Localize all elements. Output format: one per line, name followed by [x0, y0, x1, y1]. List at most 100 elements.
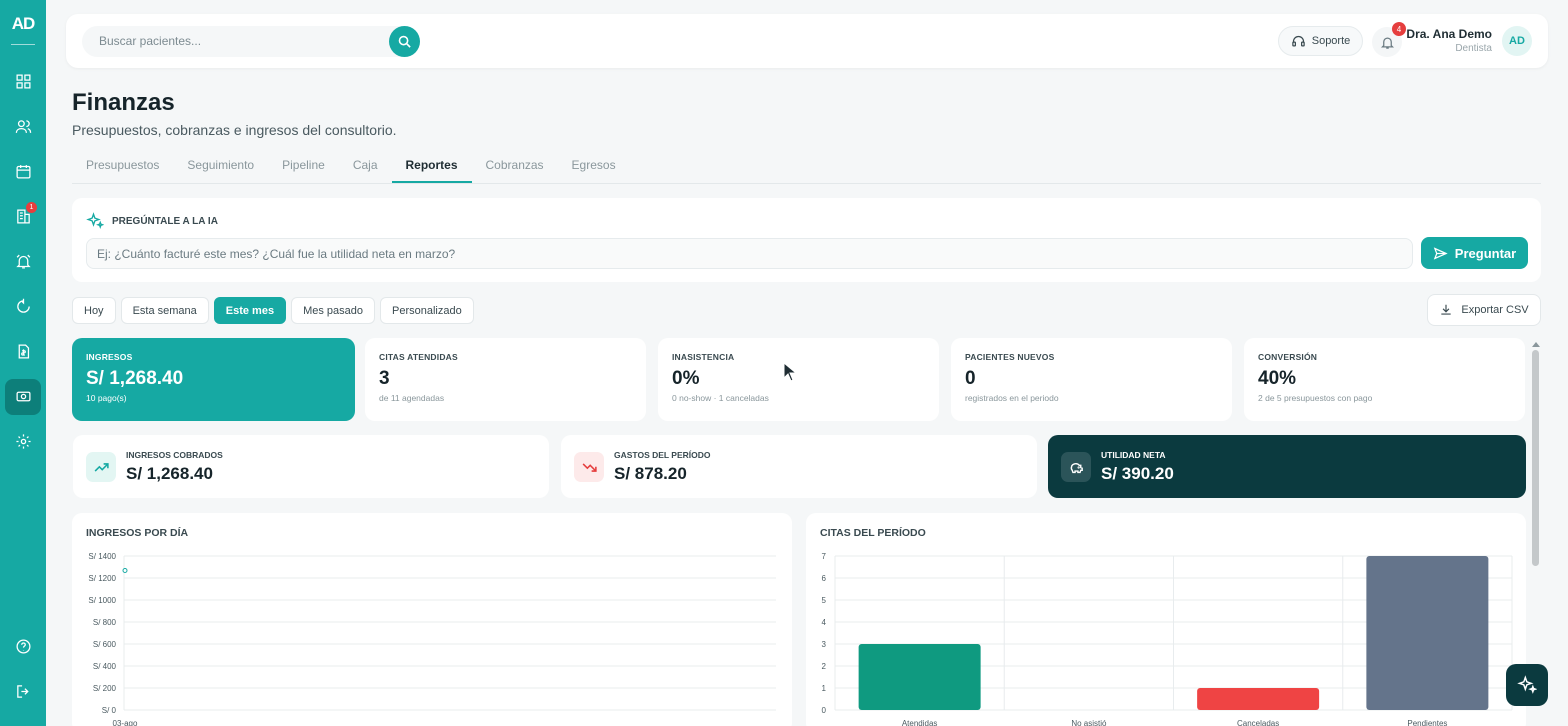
filter-hoy[interactable]: Hoy [72, 297, 116, 324]
trend-down-icon [582, 462, 597, 472]
app-logo[interactable]: AD [12, 14, 36, 40]
mouse-cursor-icon [783, 362, 797, 382]
sidebar-item-help[interactable] [5, 629, 41, 665]
ai-question-input[interactable] [97, 247, 1397, 261]
stat-sub: 10 pago(s) [86, 393, 127, 403]
sidebar-item-logout[interactable] [5, 674, 41, 710]
line-chart: S/ 0 S/ 200 S/ 400 S/ 600 S/ 800 S/ 1000 S/ 12… [88, 552, 776, 726]
x-tick-label: 03-ago [113, 719, 138, 726]
topbar: Soporte 4 Dra. Ana Demo Dentista AD [66, 14, 1548, 68]
stat-value: 40% [1258, 368, 1297, 389]
filter-esta-semana[interactable]: Esta semana [120, 297, 209, 324]
user-role: Dentista [1455, 43, 1492, 54]
clinic-badge: 1 [26, 201, 37, 213]
stat-sub: 2 de 5 presupuestos con pago [1258, 393, 1373, 403]
export-csv-label: Exportar CSV [1461, 304, 1529, 316]
search-icon [398, 35, 411, 48]
search-input[interactable] [99, 34, 379, 48]
sidebar-bottom [5, 624, 41, 714]
stat-label: CITAS ATENDIDAS [379, 352, 458, 362]
x-tick-label: Pendientes [1407, 719, 1447, 726]
user-name[interactable]: Dra. Ana Demo [1406, 27, 1492, 41]
summary-value: S/ 878.20 [614, 464, 687, 483]
stat-citas-atendidas: CITAS ATENDIDAS 3 de 11 agendadas [365, 338, 646, 421]
gear-icon [15, 434, 31, 449]
tab-egresos[interactable]: Egresos [558, 150, 630, 183]
ai-heading-label: PREGÚNTALE A LA IA [112, 215, 218, 227]
tab-pipeline[interactable]: Pipeline [268, 150, 339, 183]
notification-count-badge: 4 [1392, 22, 1406, 36]
help-icon [15, 639, 31, 654]
tab-cobranzas[interactable]: Cobranzas [472, 150, 558, 183]
summary-value: S/ 1,268.40 [126, 464, 213, 483]
sidebar-item-reminders[interactable] [5, 244, 41, 280]
filter-este-mes[interactable]: Este mes [213, 297, 287, 324]
bar [1197, 688, 1320, 710]
trend-up-icon [94, 462, 109, 472]
summary-label: INGRESOS COBRADOS [126, 450, 223, 460]
chart-ingresos-por-dia: INGRESOS POR DÍA S/ 0 S/ 200 S/ 400 S/ 600 S… [72, 513, 792, 726]
filter-mes-pasado[interactable]: Mes pasado [291, 297, 376, 324]
ask-ai-button[interactable]: Preguntar [1421, 237, 1528, 269]
search-button[interactable] [389, 26, 420, 57]
y-tick-label: 7 [822, 552, 827, 561]
sidebar-item-calendar[interactable] [5, 154, 41, 190]
logo-divider [11, 44, 35, 45]
piggy-bank-box [1061, 452, 1091, 482]
sidebar-item-followups[interactable] [5, 289, 41, 325]
stat-label: PACIENTES NUEVOS [965, 352, 1055, 362]
stat-value: 0 [965, 368, 976, 389]
summary-gastos: GASTOS DEL PERÍODO S/ 878.20 [561, 435, 1037, 498]
export-csv-button[interactable]: Exportar CSV [1427, 294, 1541, 326]
bar [858, 644, 981, 710]
finance-tabs: Presupuestos Seguimiento Pipeline Caja R… [72, 150, 1541, 184]
filter-personalizado[interactable]: Personalizado [380, 297, 474, 324]
sidebar-item-patients[interactable] [5, 109, 41, 145]
period-filters: Hoy Esta semana Este mes Mes pasado Pers… [72, 297, 474, 324]
summary-value: S/ 390.20 [1101, 464, 1174, 483]
x-tick-label: Atendidas [902, 719, 938, 726]
summary-ingresos-cobrados: INGRESOS COBRADOS S/ 1,268.40 [73, 435, 549, 498]
y-tick-label: 2 [822, 662, 827, 671]
page-subtitle: Presupuestos, cobranzas e ingresos del c… [72, 122, 397, 138]
y-tick-label: S/ 1200 [88, 574, 116, 583]
page-title: Finanzas [72, 89, 175, 116]
tab-seguimiento[interactable]: Seguimiento [173, 150, 268, 183]
users-icon [15, 120, 31, 133]
y-tick-label: 3 [822, 640, 827, 649]
sidebar-item-invoices[interactable] [5, 334, 41, 370]
sparkles-icon [86, 212, 104, 229]
tab-presupuestos[interactable]: Presupuestos [72, 150, 173, 183]
grid-icon [15, 74, 31, 89]
stat-pacientes-nuevos: PACIENTES NUEVOS 0 registrados en el per… [951, 338, 1232, 421]
send-icon [1433, 246, 1448, 260]
y-tick-label: 4 [822, 618, 827, 627]
ai-assistant-button[interactable] [1506, 664, 1548, 706]
ask-ai-label: Preguntar [1454, 245, 1517, 261]
stat-label: INGRESOS [86, 352, 133, 362]
tab-caja[interactable]: Caja [339, 150, 392, 183]
x-tick-label: Canceladas [1237, 719, 1279, 726]
sidebar-item-finances[interactable] [5, 378, 41, 415]
y-tick-label: S/ 600 [93, 640, 117, 649]
ai-heading: PREGÚNTALE A LA IA [86, 212, 218, 230]
bar-chart: 0 1 2 3 4 5 6 7 Atendidas No asistió Canceladas Pen… [822, 552, 1513, 726]
data-point [122, 567, 128, 573]
support-button[interactable]: Soporte [1278, 26, 1363, 56]
y-tick-label: S/ 1000 [88, 596, 116, 605]
logout-icon [16, 685, 29, 698]
money-icon [15, 391, 31, 402]
scrollbar-thumb[interactable] [1532, 350, 1539, 566]
summary-label: UTILIDAD NETA [1101, 450, 1166, 460]
stat-value: 0% [672, 368, 700, 389]
x-tick-label: No asistió [1071, 719, 1107, 726]
sidebar-item-clinic[interactable]: 1 [5, 199, 41, 235]
stat-sub: de 11 agendadas [379, 393, 445, 403]
sidebar-item-dashboard[interactable] [5, 64, 41, 100]
sidebar: AD 1 [0, 0, 46, 726]
sidebar-item-settings[interactable] [5, 424, 41, 460]
y-tick-label: 0 [822, 706, 827, 715]
avatar[interactable]: AD [1502, 26, 1532, 56]
stat-sub: 0 no-show · 1 canceladas [672, 393, 769, 403]
tab-reportes[interactable]: Reportes [391, 150, 472, 183]
